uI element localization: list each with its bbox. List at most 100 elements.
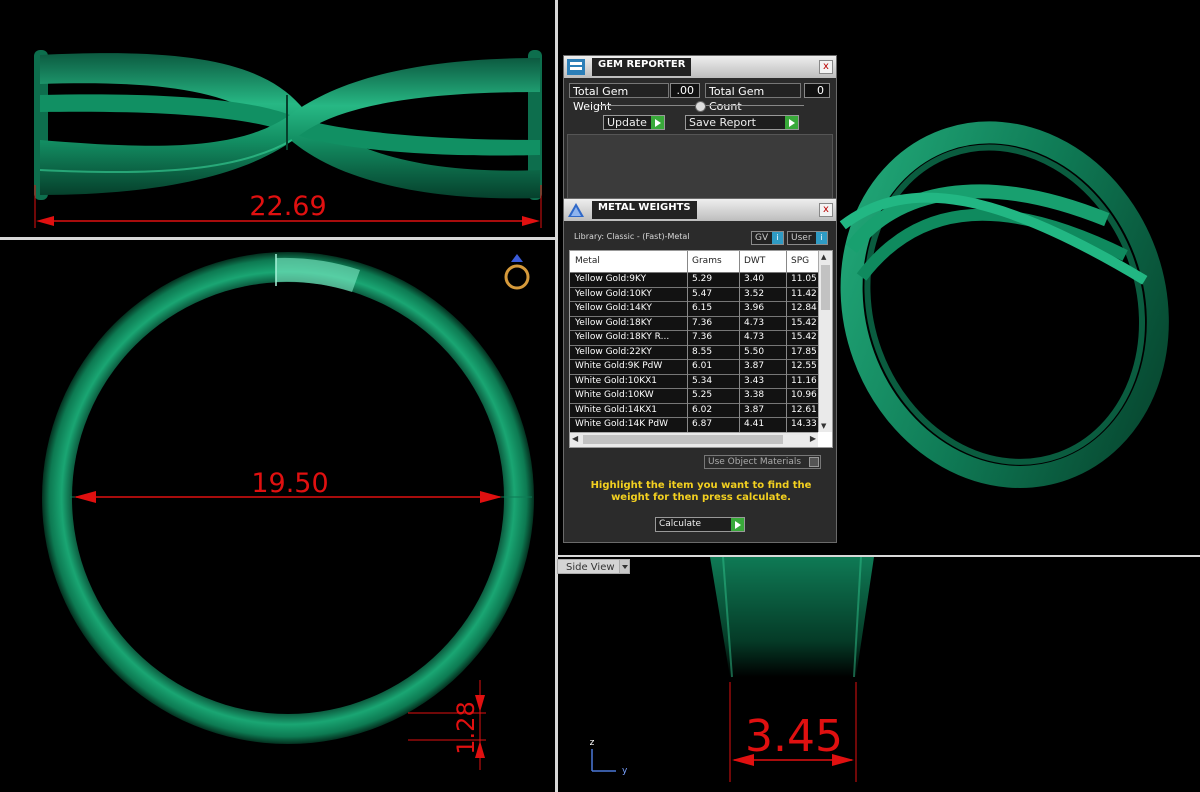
table-cell: 17.85: [791, 346, 817, 357]
gem-reporter-panel: GEM REPORTER x Total Gem Weight .00 Tota…: [563, 55, 837, 202]
close-icon[interactable]: x: [819, 60, 833, 74]
viewport-front[interactable]: 19.50 1.28: [0, 240, 555, 792]
total-gem-weight-value: .00: [670, 83, 700, 98]
table-cell: White Gold:9K PdW: [575, 361, 663, 371]
table-header: Metal Grams DWT SPG: [570, 251, 818, 272]
table-cell: 8.55: [692, 346, 713, 357]
gv-button[interactable]: GV i: [751, 231, 784, 245]
gem-reporter-title: GEM REPORTER: [592, 58, 692, 76]
update-button[interactable]: Update: [603, 115, 665, 130]
save-report-button-label: Save Report: [689, 116, 756, 129]
total-gem-weight-label: Total Gem Weight: [569, 83, 669, 113]
metal-weights-title: METAL WEIGHTS: [592, 201, 697, 219]
table-cell: White Gold:14KX1: [575, 404, 658, 415]
table-cell: Yellow Gold:14KY: [575, 303, 652, 313]
save-report-button[interactable]: Save Report: [685, 115, 799, 130]
ring-front-view: 19.50 1.28: [42, 252, 534, 770]
table-cell: 3.40: [744, 274, 765, 284]
col-dwt[interactable]: DWT: [744, 256, 765, 266]
table-cell: 5.29: [692, 274, 713, 284]
metal-weights-titlebar[interactable]: METAL WEIGHTS x: [564, 199, 836, 221]
table-cell: 11.05: [791, 274, 817, 284]
table-cell: 5.47: [692, 288, 713, 299]
table-cell: 5.50: [744, 346, 765, 357]
table-cell: 3.96: [744, 303, 765, 313]
table-row[interactable]: Yellow Gold:18KY 7.36 4.73 15.42: [570, 315, 818, 331]
gem-reporter-icon: [566, 58, 586, 76]
ring-view-icon: [504, 254, 530, 290]
table-cell: 5.25: [692, 390, 713, 400]
library-label: Library: Classic - (Fast)-Metal: [574, 232, 690, 241]
checkbox-icon: [809, 457, 819, 467]
ring-top-view: 22.69: [34, 50, 542, 228]
table-cell: 5.34: [692, 375, 713, 386]
table-row[interactable]: Yellow Gold:22KY 8.55 5.50 17.85: [570, 344, 818, 360]
thickness-dimension-label: 1.28: [452, 701, 480, 754]
table-cell: 3.52: [744, 288, 765, 299]
table-cell: 3.87: [744, 361, 765, 371]
table-cell: 12.84: [791, 303, 817, 313]
col-grams[interactable]: Grams: [692, 256, 722, 266]
table-cell: White Gold:10KX1: [575, 375, 658, 386]
table-row[interactable]: Yellow Gold:9KY 5.29 3.40 11.05: [570, 272, 818, 287]
side-view-dropdown[interactable]: Side View: [557, 559, 621, 574]
col-spg[interactable]: SPG: [791, 256, 809, 266]
table-cell: 3.38: [744, 390, 765, 400]
table-cell: 14.33: [791, 419, 817, 429]
table-cell: 4.73: [744, 332, 765, 342]
use-object-materials-checkbox[interactable]: Use Object Materials: [704, 455, 821, 469]
table-cell: 6.01: [692, 361, 713, 371]
viewport-top[interactable]: 22.69: [0, 0, 555, 237]
user-button[interactable]: User i: [787, 231, 828, 245]
table-cell: White Gold:10KW: [575, 390, 654, 400]
table-horizontal-scrollbar[interactable]: ◀ ▶: [570, 432, 818, 447]
table-cell: White Gold:14K PdW: [575, 419, 669, 429]
axis-z-label: z: [590, 738, 595, 748]
table-vertical-scrollbar[interactable]: ▲ ▼: [818, 251, 832, 432]
table-row[interactable]: White Gold:10KW 5.25 3.38 10.96: [570, 388, 818, 403]
metal-table[interactable]: Metal Grams DWT SPG Yellow Gold:9KY 5.29 3…: [569, 250, 833, 448]
scroll-left-icon[interactable]: ◀: [572, 434, 578, 443]
table-cell: Yellow Gold:18KY: [575, 317, 652, 328]
table-cell: 12.55: [791, 361, 817, 371]
table-cell: 10.96: [791, 390, 817, 400]
table-cell: 11.16: [791, 375, 817, 386]
update-button-label: Update: [607, 116, 647, 129]
info-icon: i: [816, 232, 827, 244]
side-dimension-label: 3.45: [745, 711, 843, 762]
col-metal[interactable]: Metal: [575, 256, 600, 266]
table-row[interactable]: White Gold:14KX1 6.02 3.87 12.61: [570, 402, 818, 418]
front-dimension-label: 19.50: [251, 468, 328, 499]
table-cell: 4.73: [744, 317, 765, 328]
gem-report-area: [567, 134, 833, 200]
calculate-button[interactable]: Calculate: [655, 517, 745, 532]
gem-reporter-titlebar[interactable]: GEM REPORTER x: [564, 56, 836, 78]
viewport-side[interactable]: 3.45 z y: [558, 557, 1200, 792]
play-icon: [785, 116, 798, 129]
table-cell: 11.42: [791, 288, 817, 299]
calculate-button-label: Calculate: [659, 519, 702, 529]
scroll-up-icon[interactable]: ▲: [821, 253, 826, 261]
table-cell: 6.02: [692, 404, 713, 415]
table-row[interactable]: White Gold:9K PdW 6.01 3.87 12.55: [570, 359, 818, 374]
table-cell: 15.42: [791, 317, 817, 328]
table-cell: 6.15: [692, 303, 713, 313]
table-cell: 7.36: [692, 317, 713, 328]
table-row[interactable]: White Gold:10KX1 5.34 3.43 11.16: [570, 373, 818, 389]
user-button-label: User: [791, 233, 812, 243]
close-icon[interactable]: x: [819, 203, 833, 217]
scroll-right-icon[interactable]: ▶: [810, 434, 816, 443]
table-cell: Yellow Gold:9KY: [575, 274, 647, 284]
table-row[interactable]: Yellow Gold:14KY 6.15 3.96 12.84: [570, 301, 818, 316]
total-gem-count-label: Total Gem Count: [705, 83, 801, 113]
chevron-down-icon[interactable]: [619, 559, 630, 574]
table-row[interactable]: Yellow Gold:10KY 5.47 3.52 11.42: [570, 286, 818, 302]
table-cell: 12.61: [791, 404, 817, 415]
use-object-materials-label: Use Object Materials: [708, 457, 802, 467]
table-row[interactable]: White Gold:14K PdW 6.87 4.41 14.33: [570, 417, 818, 432]
total-gem-count-value: 0: [804, 83, 830, 98]
table-row[interactable]: Yellow Gold:18KY R... 7.36 4.73 15.42: [570, 330, 818, 345]
splitter-knob-icon[interactable]: [695, 101, 706, 112]
ring-side-view: 3.45 z y: [590, 557, 874, 782]
scroll-down-icon[interactable]: ▼: [821, 422, 826, 430]
